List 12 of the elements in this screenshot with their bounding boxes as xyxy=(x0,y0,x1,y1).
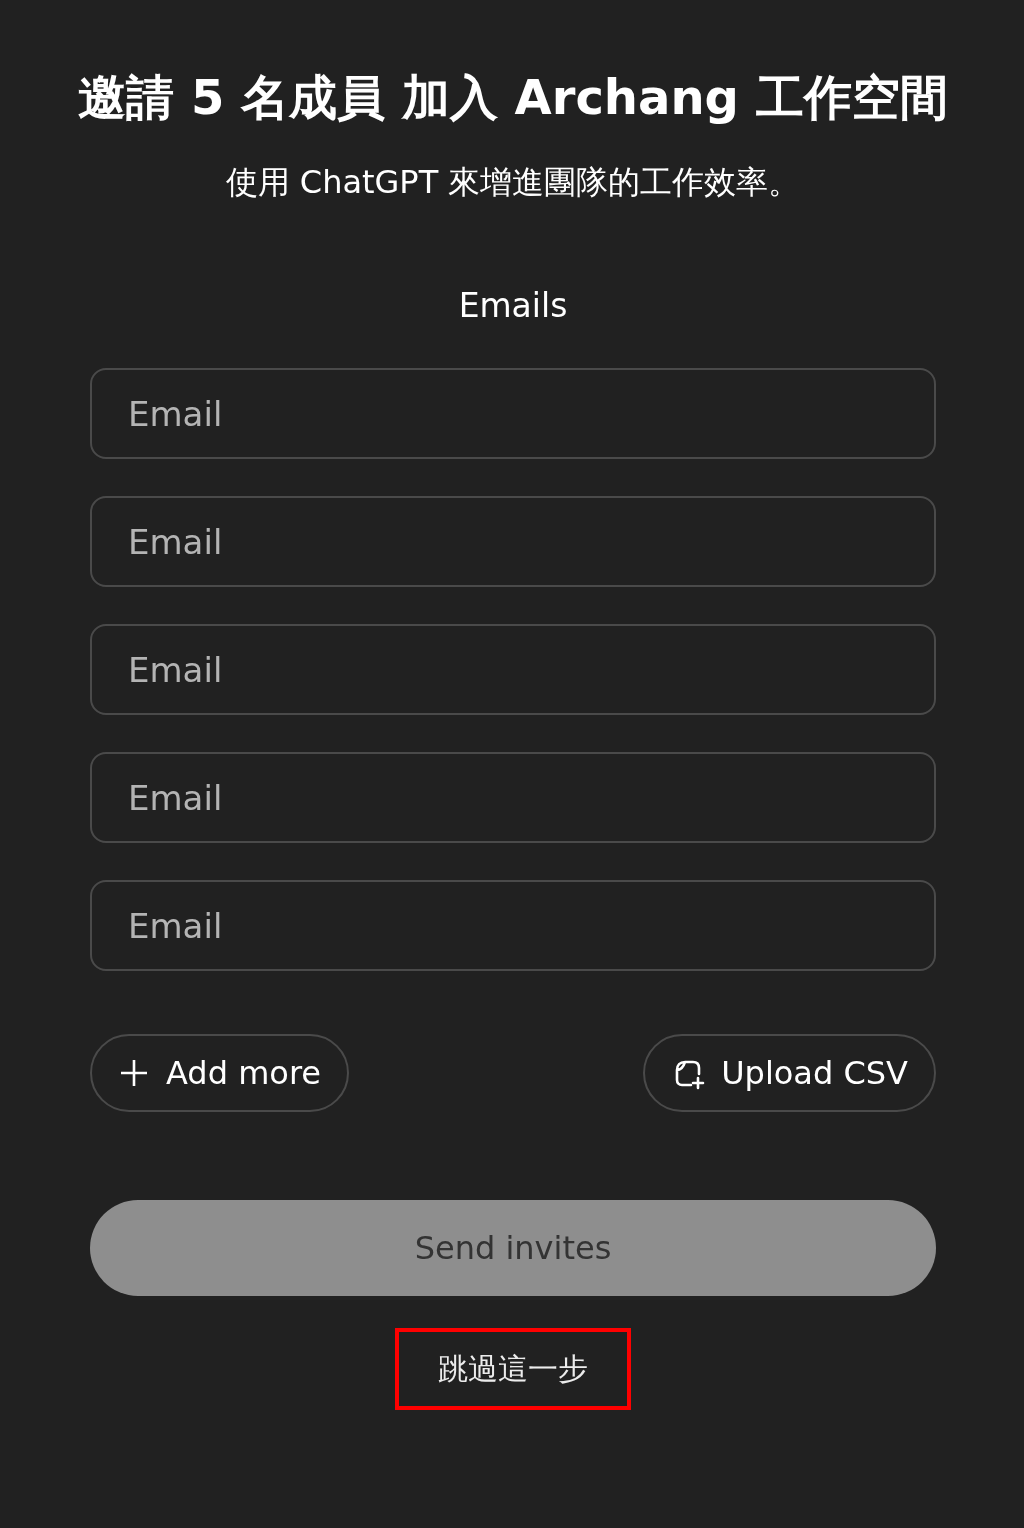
add-more-button[interactable]: Add more xyxy=(90,1034,349,1112)
subtitle: 使用 ChatGPT 來增進團隊的工作效率。 xyxy=(225,162,801,203)
skip-link[interactable]: 跳過這一步 xyxy=(395,1328,631,1410)
upload-csv-button[interactable]: Upload CSV xyxy=(643,1034,936,1112)
email-field[interactable]: Email xyxy=(90,880,936,971)
page-title: 邀請 5 名成員 加入 Archang 工作空間 xyxy=(77,68,949,127)
email-field[interactable]: Email xyxy=(90,752,936,843)
plus-icon xyxy=(118,1057,150,1089)
emails-label: Emails xyxy=(458,285,568,327)
email-field[interactable]: Email xyxy=(90,624,936,715)
email-field[interactable]: Email xyxy=(90,496,936,587)
email-field[interactable]: Email xyxy=(90,368,936,459)
